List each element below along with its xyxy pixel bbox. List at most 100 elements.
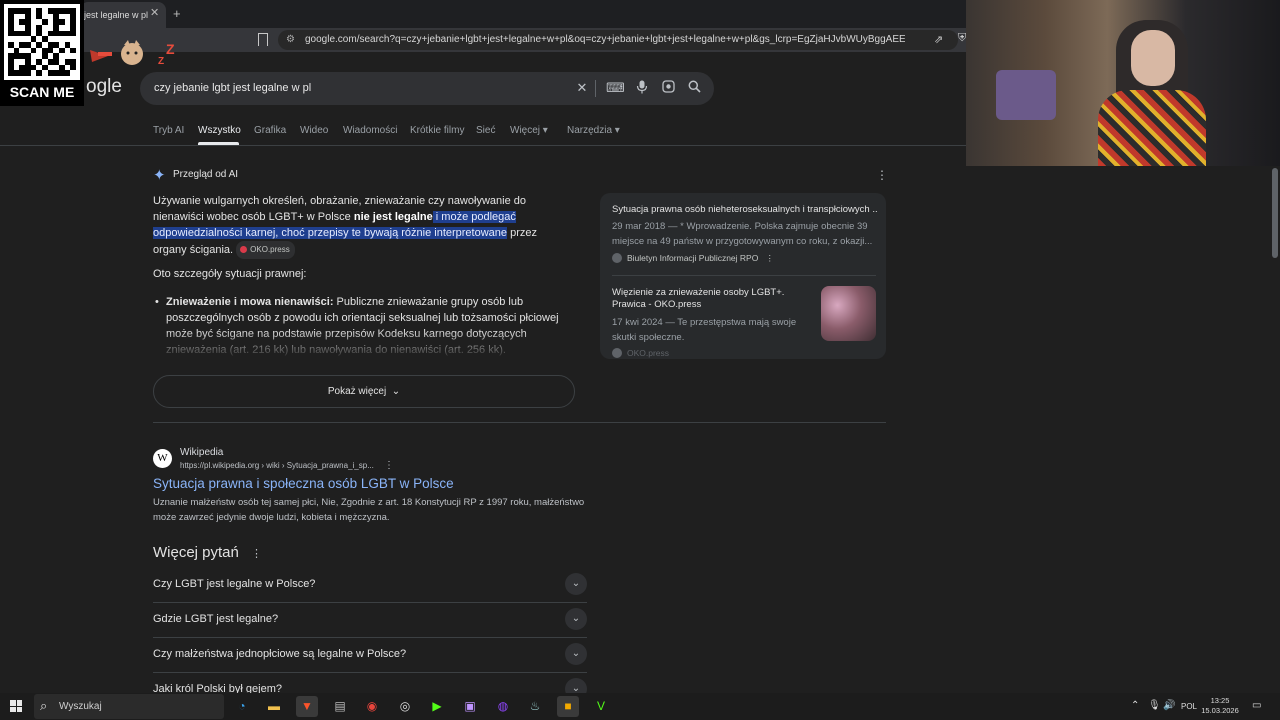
show-more-button[interactable]: Pokaż więcej ⌄ <box>153 375 575 408</box>
chevron-down-icon[interactable]: ⌄ <box>565 573 587 595</box>
tab-web[interactable]: Sieć <box>476 125 495 136</box>
question-text: Gdzie LGBT jest legalne? <box>153 613 279 625</box>
shield-icon[interactable]: ⛨ <box>958 32 966 45</box>
ai-subheading: Oto szczegóły sytuacji prawnej: <box>153 268 307 280</box>
qr-code-overlay: SCAN ME <box>0 0 84 106</box>
chrome-icon[interactable]: ◉ <box>361 696 383 717</box>
tab-tools-label: Narzędzia <box>567 125 613 136</box>
scrollbar-thumb[interactable] <box>1272 168 1278 258</box>
ai-overview-title: Przegląd od AI <box>173 169 239 180</box>
browser-tab-strip: jest legalne w pl ✕ + <box>0 0 966 28</box>
qr-label: SCAN ME <box>9 84 75 100</box>
speaker-icon[interactable]: 🔊 <box>1163 700 1175 711</box>
related-question[interactable]: Gdzie LGBT jest legalne? ⌄ <box>153 603 587 638</box>
question-text: Czy małżeństwa jednopłciowe są legalne w… <box>153 648 407 660</box>
section-divider <box>153 422 886 423</box>
source-site[interactable]: OKO.press <box>612 348 669 358</box>
source-site-label: Biuletyn Informacji Publicznej RPO <box>627 253 759 263</box>
steam-icon[interactable]: ♨ <box>524 696 546 717</box>
chevron-down-icon[interactable]: ⌄ <box>565 643 587 665</box>
search-box[interactable]: czy jebanie lgbt jest legalne w pl ✕ ⌨ <box>140 72 714 105</box>
search-input[interactable]: czy jebanie lgbt jest legalne w pl <box>154 82 311 94</box>
new-tab-icon[interactable]: + <box>173 6 181 21</box>
tab-short-videos[interactable]: Krótkie filmy <box>410 125 464 136</box>
result-snippet: Uznanie małżeństw osób tej samej płci, N… <box>153 497 585 523</box>
microphone-icon[interactable] <box>634 80 650 96</box>
svg-text:Z: Z <box>158 56 164 67</box>
oko-press-icon <box>240 246 248 253</box>
question-text: Czy LGBT jest legalne w Polsce? <box>153 578 316 590</box>
source-divider <box>612 275 876 276</box>
more-options-icon[interactable]: ⋮ <box>384 460 394 471</box>
microphone-icon[interactable]: 🎙 <box>1148 700 1161 711</box>
source-snippet: 29 mar 2018 — * Wprowadzenie. Polska zaj… <box>612 221 873 247</box>
discord-icon[interactable]: ◍ <box>492 696 514 717</box>
edge-icon[interactable]: ◔ <box>231 696 253 717</box>
bookmark-icon[interactable] <box>258 33 268 46</box>
webcam-shirt <box>1098 90 1206 166</box>
search-icon: ⌕ <box>40 698 48 713</box>
lens-icon[interactable] <box>660 80 676 96</box>
result-site-name[interactable]: Wikipedia <box>180 447 223 458</box>
tab-images[interactable]: Grafika <box>254 125 286 136</box>
clock[interactable]: 13:25 15.03.2026 <box>1200 696 1240 716</box>
clock-date: 15.03.2026 <box>1201 706 1239 715</box>
share-icon[interactable]: ⇗ <box>934 33 943 46</box>
tab-more[interactable]: Więcej ▾ <box>510 125 548 136</box>
source-site[interactable]: Biuletyn Informacji Publicznej RPO ⋮ <box>612 253 774 264</box>
notifications-icon[interactable]: ▭ <box>1252 700 1261 711</box>
chevron-up-icon[interactable]: ⌃ <box>1131 700 1139 711</box>
source-title[interactable]: Więzienie za znieważenie osoby LGBT+. Pr… <box>612 287 812 311</box>
result-url[interactable]: https://pl.wikipedia.org › wiki › Sytuac… <box>180 461 374 470</box>
clear-icon[interactable]: ✕ <box>574 80 590 96</box>
url-text[interactable]: google.com/search?q=czy+jebanie+lgbt+jes… <box>305 34 905 45</box>
show-more-label: Pokaż więcej <box>327 386 387 397</box>
more-options-icon[interactable]: ⋮ <box>251 547 262 560</box>
site-info-icon[interactable]: ⚙ <box>286 34 295 45</box>
tab-title: jest legalne w pl <box>84 10 149 20</box>
brave-browser-icon[interactable]: ▼ <box>296 696 318 717</box>
file-explorer-icon[interactable]: ▬ <box>263 696 285 717</box>
language-indicator[interactable]: POL <box>1181 702 1197 711</box>
related-question[interactable]: Czy małżeństwa jednopłciowe są legalne w… <box>153 638 587 673</box>
obs-icon[interactable]: ◎ <box>394 696 416 717</box>
source-title[interactable]: Sytuacja prawna osób nieheteroseksualnyc… <box>612 204 878 215</box>
related-question[interactable]: Czy LGBT jest legalne w Polsce? ⌄ <box>153 568 587 603</box>
chevron-down-icon[interactable]: ⌄ <box>565 608 587 630</box>
windows-taskbar: ⌕ Wyszukaj ◔ ▬ ▼ ▤ ◉ ◎ ▶ ▣ ◍ ♨ ■ V ⌃ 🎙 🔊… <box>0 693 1280 720</box>
keyboard-icon[interactable]: ⌨ <box>606 80 625 96</box>
wikipedia-icon[interactable]: W <box>153 449 172 468</box>
omnibox[interactable]: ⚙ google.com/search?q=czy+jebanie+lgbt+j… <box>278 30 958 50</box>
tab-news[interactable]: Wiadomości <box>343 125 397 136</box>
more-options-icon[interactable]: ⋮ <box>761 253 774 263</box>
more-options-icon[interactable]: ⋮ <box>876 168 888 182</box>
tab-videos[interactable]: Wideo <box>300 125 328 136</box>
app-icon[interactable]: ▤ <box>329 696 351 717</box>
source-chip-label: OKO.press <box>250 245 290 254</box>
site-favicon-icon <box>612 348 622 358</box>
taskbar-search[interactable]: ⌕ Wyszukaj <box>34 694 224 719</box>
source-chip[interactable]: OKO.press <box>236 241 295 259</box>
source-thumbnail[interactable] <box>821 286 876 341</box>
tab-tools[interactable]: Narzędzia ▾ <box>567 125 620 136</box>
app-icon[interactable]: ▣ <box>459 696 481 717</box>
site-favicon-icon <box>612 253 622 263</box>
ai-overview-text: Używanie wulgarnych określeń, obrażanie,… <box>153 193 573 259</box>
close-tab-icon[interactable]: ✕ <box>150 6 159 19</box>
clock-time: 13:25 <box>1210 696 1230 705</box>
tab-ai-mode[interactable]: Tryb AI <box>153 125 184 136</box>
game-icon[interactable]: ■ <box>557 696 579 717</box>
chevron-down-icon: ⌄ <box>388 386 401 397</box>
ai-bullet-bold: Znieważenie i mowa nienawiści: <box>166 296 334 308</box>
windows-start-icon[interactable] <box>10 700 22 712</box>
tab-all[interactable]: Wszystko <box>198 125 241 136</box>
google-logo[interactable]: ogle <box>86 76 122 98</box>
result-title-link[interactable]: Sytuacja prawna i społeczna osób LGBT w … <box>153 476 454 491</box>
vpn-icon[interactable]: V <box>590 696 612 717</box>
source-snippet: 17 kwi 2024 — Te przestępstwa mają swoje… <box>612 317 797 343</box>
header-divider <box>0 145 966 146</box>
search-icon[interactable] <box>686 80 702 96</box>
kick-icon[interactable]: ▶ <box>426 696 448 717</box>
ai-sparkle-icon: ✦ <box>153 167 166 184</box>
webcam-background-object <box>996 70 1056 120</box>
